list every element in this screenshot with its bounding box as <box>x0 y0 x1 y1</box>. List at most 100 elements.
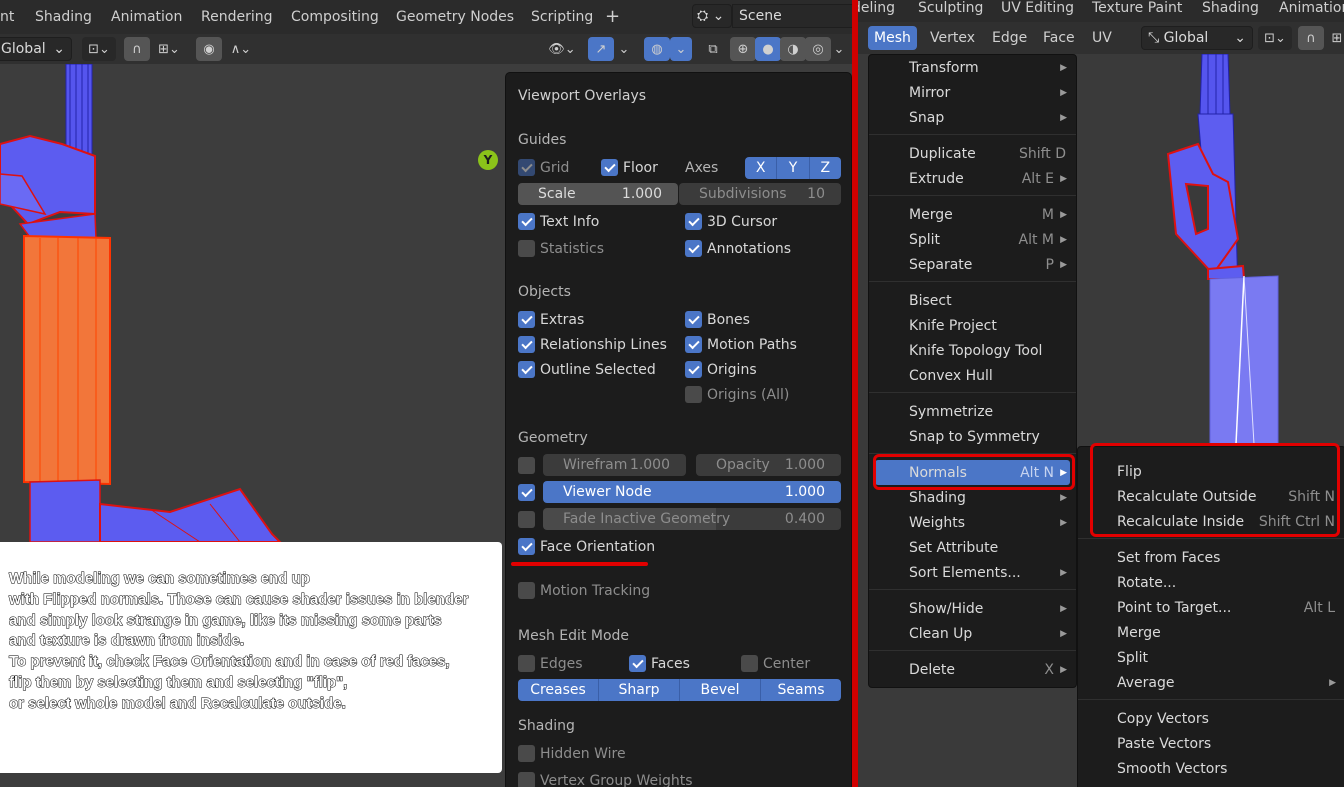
viewer-node-checkbox[interactable] <box>518 484 540 501</box>
axis-x-toggle[interactable]: X <box>745 157 778 179</box>
orientation-dropdown-right[interactable]: ⤡ Global ⌄ <box>1141 26 1253 50</box>
face-menu[interactable]: Face <box>1043 30 1075 46</box>
seams-toggle[interactable]: Seams <box>761 679 841 701</box>
overlays-toggle[interactable]: ◍ <box>644 37 670 61</box>
mesh-menu-item-merge[interactable]: Merge M ▶ <box>869 202 1076 227</box>
mesh-menu-item-extrude[interactable]: Extrude Alt E ▶ <box>869 166 1076 191</box>
annotations-checkbox[interactable]: Annotations <box>685 240 791 257</box>
mesh-menu-item-bisect[interactable]: Bisect <box>869 288 1076 313</box>
normals-menu-item-set-from-faces[interactable]: Set from Faces <box>1078 545 1344 570</box>
tab-texture-paint[interactable]: Texture Paint <box>1092 0 1182 16</box>
gizmo-dropdown[interactable]: ⌄ <box>614 37 634 61</box>
extras-checkbox[interactable]: Extras <box>518 311 584 328</box>
vertex-group-weights-checkbox[interactable]: Vertex Group Weights <box>518 772 693 787</box>
mesh-menu-item-delete[interactable]: Delete X ▶ <box>869 657 1076 682</box>
viewer-node-opacity-field[interactable]: Viewer Node 1.000 <box>543 481 841 503</box>
mesh-menu-item-split[interactable]: Split Alt M ▶ <box>869 227 1076 252</box>
normals-menu-item-rotate[interactable]: Rotate... <box>1078 570 1344 595</box>
snap-target-right[interactable]: ⊞ <box>1324 26 1344 50</box>
wireframe-checkbox[interactable] <box>518 457 540 474</box>
add-workspace-button[interactable]: + <box>605 6 620 27</box>
tab-animation-right[interactable]: Animation <box>1279 0 1344 16</box>
overlays-dropdown[interactable]: ⌄ <box>670 37 692 61</box>
tab-animation[interactable]: Animation <box>111 9 182 25</box>
origins-checkbox[interactable]: Origins <box>685 361 757 378</box>
shading-solid-button[interactable]: ● <box>755 37 781 61</box>
mesh-menu-item-snap[interactable]: Snap ▶ <box>869 105 1076 130</box>
motion-tracking-checkbox[interactable]: Motion Tracking <box>518 582 650 599</box>
face-orientation-checkbox[interactable]: Face Orientation <box>518 538 655 555</box>
tab-scripting[interactable]: Scripting <box>531 9 593 25</box>
shading-dropdown[interactable]: ⌄ <box>830 37 848 61</box>
fade-inactive-checkbox[interactable] <box>518 511 540 528</box>
mesh-menu-item-knife-project[interactable]: Knife Project <box>869 313 1076 338</box>
vertex-menu[interactable]: Vertex <box>930 30 975 46</box>
edges-checkbox[interactable]: Edges <box>518 655 583 672</box>
tab-sculpting[interactable]: Sculpting <box>918 0 983 16</box>
edge-menu[interactable]: Edge <box>992 30 1027 46</box>
fade-inactive-geometry-field[interactable]: Fade Inactive Geometry 0.400 <box>543 508 841 530</box>
shading-material-button[interactable]: ◑ <box>780 37 806 61</box>
proportional-edit-toggle[interactable]: ◉ <box>196 37 222 61</box>
outline-selected-checkbox[interactable]: Outline Selected <box>518 361 656 378</box>
shading-rendered-button[interactable]: ◎ <box>805 37 831 61</box>
tab-layout[interactable]: nt <box>0 9 14 25</box>
mesh-menu-item-symmetrize[interactable]: Symmetrize <box>869 399 1076 424</box>
tab-uv-editing[interactable]: UV Editing <box>1001 0 1074 16</box>
text-info-checkbox[interactable]: Text Info <box>518 213 599 230</box>
uv-menu[interactable]: UV <box>1092 30 1112 46</box>
bones-checkbox[interactable]: Bones <box>685 311 750 328</box>
snap-toggle[interactable]: ∩ <box>124 37 150 61</box>
grid-checkbox[interactable]: Grid <box>518 159 569 176</box>
floor-checkbox[interactable]: Floor <box>601 159 658 176</box>
statistics-checkbox[interactable]: Statistics <box>518 240 604 257</box>
motion-paths-checkbox[interactable]: Motion Paths <box>685 336 797 353</box>
xray-toggle[interactable]: ⧉ <box>700 37 726 61</box>
creases-toggle[interactable]: Creases <box>518 679 599 701</box>
grid-scale-field[interactable]: Scale 1.000 <box>518 183 678 205</box>
mesh-menu-item-duplicate[interactable]: Duplicate Shift D <box>869 141 1076 166</box>
normals-menu-item-merge[interactable]: Merge <box>1078 620 1344 645</box>
tab-rendering[interactable]: Rendering <box>201 9 273 25</box>
normals-menu-item-point-to-target[interactable]: Point to Target... Alt L <box>1078 595 1344 620</box>
tab-compositing[interactable]: Compositing <box>291 9 379 25</box>
normals-menu-item-smooth-vectors[interactable]: Smooth Vectors <box>1078 756 1344 781</box>
mesh-menu-item-separate[interactable]: Separate P ▶ <box>869 252 1076 277</box>
tab-geometry-nodes[interactable]: Geometry Nodes <box>396 9 514 25</box>
mesh-menu-item-knife-topology-tool[interactable]: Knife Topology Tool <box>869 338 1076 363</box>
axis-z-toggle[interactable]: Z <box>809 157 841 179</box>
3d-cursor-checkbox[interactable]: 3D Cursor <box>685 213 777 230</box>
orientation-dropdown[interactable]: Global ⌄ <box>0 37 72 61</box>
mesh-menu-button[interactable]: Mesh <box>868 26 917 50</box>
tab-modeling[interactable]: deling <box>858 0 895 16</box>
tab-shading[interactable]: Shading <box>35 9 92 25</box>
navigation-gizmo-y-axis[interactable]: Y <box>478 150 498 170</box>
mesh-menu-item-weights[interactable]: Weights ▶ <box>869 510 1076 535</box>
mesh-menu-item-mirror[interactable]: Mirror ▶ <box>869 80 1076 105</box>
falloff-dropdown[interactable]: ∧⌄ <box>222 37 260 61</box>
normals-menu-item-average[interactable]: Average ▶ <box>1078 670 1344 695</box>
mesh-menu-item-transform[interactable]: Transform ▶ <box>869 55 1076 80</box>
grid-subdivisions-field[interactable]: Subdivisions 10 <box>679 183 841 205</box>
bevel-toggle[interactable]: Bevel <box>680 679 761 701</box>
scene-name-field[interactable]: Scene <box>732 4 852 28</box>
mesh-menu-item-show-hide[interactable]: Show/Hide ▶ <box>869 596 1076 621</box>
faces-checkbox[interactable]: Faces <box>629 655 690 672</box>
mesh-menu-item-snap-to-symmetry[interactable]: Snap to Symmetry <box>869 424 1076 449</box>
tab-shading-right[interactable]: Shading <box>1202 0 1259 16</box>
wireframe-threshold-field[interactable]: Wirefram 1.000 <box>543 454 686 476</box>
normals-menu-item-copy-vectors[interactable]: Copy Vectors <box>1078 706 1344 731</box>
origins-all-checkbox[interactable]: Origins (All) <box>685 386 789 403</box>
pivot-point-button[interactable]: ⊡⌄ <box>82 37 116 61</box>
pivot-point-button-right[interactable]: ⊡⌄ <box>1258 26 1292 50</box>
gizmo-toggle[interactable]: ↗ <box>588 37 614 61</box>
mesh-menu-item-clean-up[interactable]: Clean Up ▶ <box>869 621 1076 646</box>
mesh-menu-item-convex-hull[interactable]: Convex Hull <box>869 363 1076 388</box>
sharp-toggle[interactable]: Sharp <box>599 679 680 701</box>
shading-wireframe-button[interactable]: ⊕ <box>730 37 756 61</box>
snap-target-dropdown[interactable]: ⊞⌄ <box>150 37 188 61</box>
relationship-lines-checkbox[interactable]: Relationship Lines <box>518 336 667 353</box>
normals-menu-item-split[interactable]: Split <box>1078 645 1344 670</box>
normals-menu-item-paste-vectors[interactable]: Paste Vectors <box>1078 731 1344 756</box>
hidden-wire-checkbox[interactable]: Hidden Wire <box>518 745 626 762</box>
